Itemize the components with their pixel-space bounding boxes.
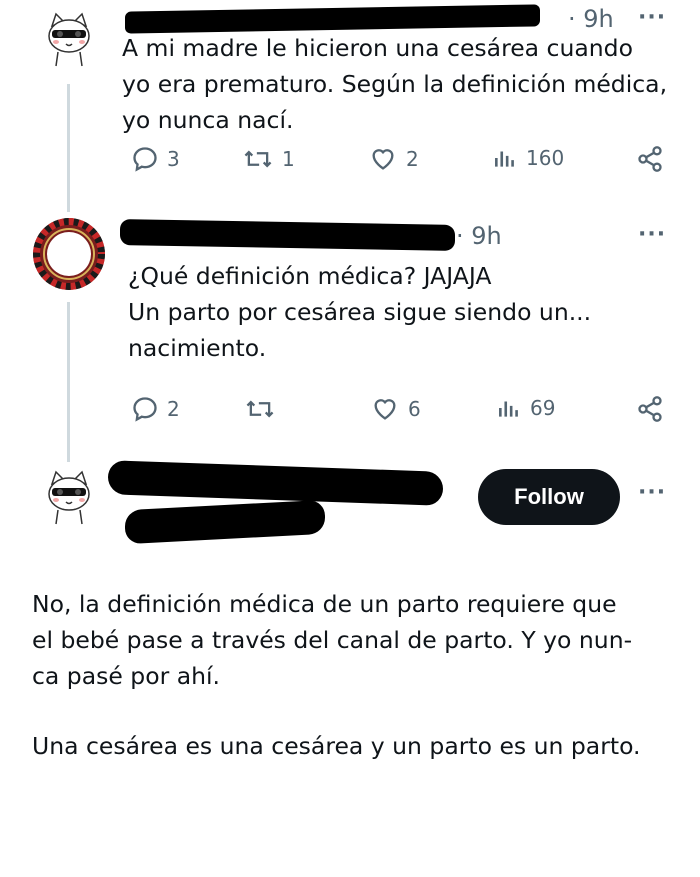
reply-line: el bebé pase a través del canal de parto…	[32, 626, 633, 654]
share-button[interactable]	[636, 395, 664, 423]
roulette-wheel-avatar[interactable]	[33, 218, 105, 290]
views-button[interactable]: 160	[492, 145, 564, 171]
reply-button[interactable]: 3	[131, 145, 180, 173]
follow-button[interactable]: Follow	[478, 469, 620, 525]
view-count: 160	[526, 146, 565, 170]
retweet-count: 1	[282, 147, 295, 171]
heart-icon	[372, 149, 394, 170]
more-options-button[interactable]: ···	[638, 5, 666, 30]
reply-paragraph-2: Una cesárea es una cesárea y un parto es…	[32, 732, 641, 760]
redacted-display-name	[108, 460, 443, 506]
retweet-icon	[244, 150, 272, 168]
like-count: 6	[408, 397, 421, 421]
views-button[interactable]: 69	[496, 395, 555, 421]
reply-icon	[133, 397, 157, 422]
reply-line: ca pasé por ahí.	[32, 662, 220, 690]
cartoon-cat-avatar[interactable]	[38, 8, 100, 70]
redacted-username	[120, 219, 455, 251]
share-button[interactable]	[636, 145, 664, 173]
tweet-time: · 9h	[456, 222, 502, 250]
view-count: 69	[530, 396, 556, 420]
like-button[interactable]: 6	[370, 395, 421, 423]
more-options-button[interactable]: ···	[638, 480, 666, 505]
thread-line	[67, 84, 70, 212]
retweet-button[interactable]: 1	[242, 145, 295, 173]
reply-count: 3	[167, 147, 180, 171]
reply-button[interactable]: 2	[131, 395, 180, 423]
reply-icon	[133, 147, 157, 172]
views-icon	[495, 151, 514, 167]
thread-line	[67, 302, 70, 462]
redacted-handle	[125, 499, 325, 545]
cartoon-cat-avatar[interactable]	[38, 466, 100, 528]
reply-line: No, la definición médica de un parto req…	[32, 590, 617, 618]
share-icon	[638, 396, 662, 422]
tweet-text: ¿Qué definición médica? JAJAJA Un parto …	[128, 262, 592, 362]
retweet-icon	[246, 400, 274, 418]
share-icon	[638, 146, 662, 172]
tweet-text: A mi madre le hicieron una cesárea cuand…	[122, 34, 668, 134]
views-icon	[499, 401, 518, 417]
like-button[interactable]: 2	[368, 145, 419, 173]
like-count: 2	[406, 147, 419, 171]
reply-count: 2	[167, 397, 180, 421]
heart-icon	[374, 399, 396, 420]
more-options-button[interactable]: ···	[638, 222, 666, 247]
retweet-button[interactable]	[244, 395, 284, 423]
tweet-time: · 9h	[568, 5, 614, 33]
reply-paragraph-1: No, la definición médica de un parto req…	[32, 586, 672, 694]
